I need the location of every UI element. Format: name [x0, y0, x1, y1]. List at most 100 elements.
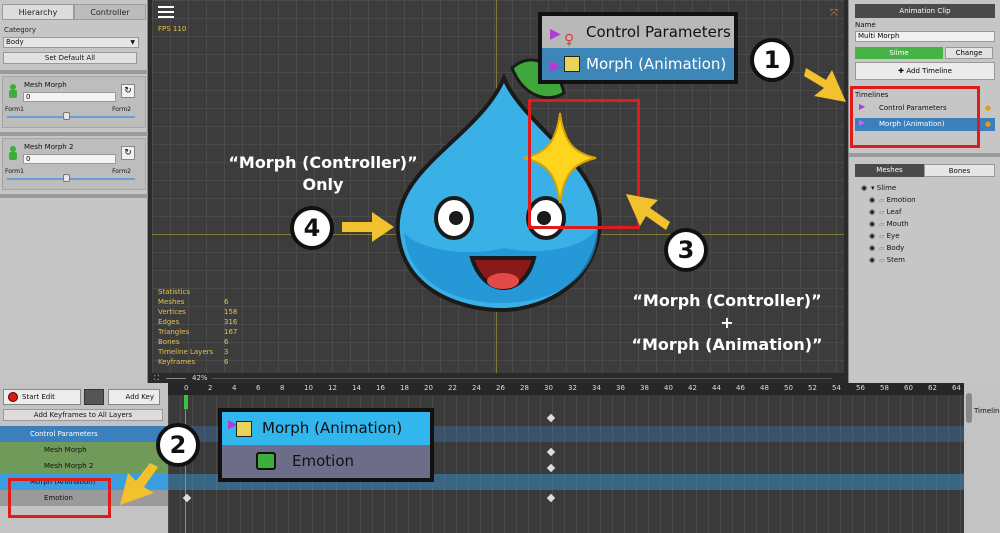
add-key-button[interactable]: Add Key	[108, 389, 160, 405]
stat-key: Keyframes	[158, 358, 196, 366]
morph-slider-track[interactable]	[7, 178, 135, 180]
stat-value: 6	[224, 338, 229, 346]
start-edit-label: Start Edit	[22, 393, 55, 401]
keyframe-marker[interactable]	[546, 413, 556, 423]
tab-controller[interactable]: Controller	[74, 4, 146, 20]
reset-icon[interactable]: ↻	[121, 84, 135, 98]
controller-panel: Hierarchy Controller Category Body ▼ Set…	[0, 0, 148, 383]
morph-controller-1: Mesh Morph 0 ↻ Form1 Form2	[2, 76, 146, 128]
mesh-label: Leaf	[886, 208, 902, 216]
morph-value-field[interactable]: 0	[23, 154, 116, 164]
horizontal-scrollbar[interactable]	[212, 378, 832, 379]
form2-label: Form2	[112, 168, 131, 175]
arrow-3	[626, 194, 670, 230]
frame-ruler[interactable]: 0 2 4 6 8 10 12 14 16 18 20 22 24 26 28 30 32 34 36 38 40 42 4…	[168, 383, 964, 395]
mesh-item[interactable]: ◉ ▱ Emotion	[869, 194, 999, 206]
bulb-icon	[564, 56, 580, 72]
morph-slider-handle[interactable]	[63, 174, 70, 182]
mesh-root[interactable]: ◉ ▾ Slime	[861, 182, 991, 194]
ruler-tick: 14	[352, 384, 361, 392]
eye-icon[interactable]: ◉	[869, 206, 879, 218]
keyframe-marker[interactable]	[546, 463, 556, 473]
eye-icon[interactable]: ◉	[869, 254, 879, 266]
clip-name-input[interactable]: Multi Morph	[855, 31, 995, 42]
ruler-tick: 28	[520, 384, 529, 392]
ruler-tick: 6	[256, 384, 261, 392]
add-timeline-button[interactable]: ✚ Add Timeline	[855, 62, 995, 80]
form1-label: Form1	[5, 168, 24, 175]
mesh-item[interactable]: ◉ ▱ Leaf	[869, 206, 999, 218]
start-edit-button[interactable]: Start Edit	[3, 389, 81, 405]
ruler-tick: 18	[400, 384, 409, 392]
morph-controller-2: Mesh Morph 2 0 ↻ Form1 Form2	[2, 138, 146, 190]
statistics-title: Statistics	[158, 288, 190, 296]
mesh-item[interactable]: ◉ ▱ Eye	[869, 230, 999, 242]
ruler-tick: 26	[496, 384, 505, 392]
ruler-tick: 56	[856, 384, 865, 392]
mesh-label: Slime	[876, 184, 897, 192]
step-number-4: 4	[290, 206, 334, 250]
layer-control-params[interactable]: Control Parameters	[0, 426, 168, 442]
mesh-icon: ▱	[879, 256, 885, 264]
mesh-bone-tabs: Meshes Bones	[855, 164, 995, 177]
callout-4-text: “Morph (Controller)” Only	[218, 152, 428, 196]
ruler-tick: 4	[232, 384, 237, 392]
eye-icon[interactable]: ◉	[861, 182, 871, 194]
ruler-tick: 52	[808, 384, 817, 392]
mesh-item[interactable]: ◉ ▱ Body	[869, 242, 999, 254]
category-select[interactable]: Body ▼	[3, 37, 139, 48]
ruler-tick: 62	[928, 384, 937, 392]
callout-3-line-1: “Morph (Controller)”	[632, 291, 822, 310]
layer-mesh-morph[interactable]: Mesh Morph	[0, 442, 168, 458]
scene-viewport[interactable]: FPS 110 ⤧ ▶ ♀ Control Parameters ▶ Morph…	[152, 0, 846, 383]
ruler-tick: 16	[376, 384, 385, 392]
lock-icon[interactable]	[84, 389, 104, 405]
ruler-tick: 22	[448, 384, 457, 392]
keyframe-marker[interactable]	[546, 447, 556, 457]
tab-bones[interactable]: Bones	[924, 164, 995, 177]
highlight-layers	[8, 478, 111, 518]
gizmo-icon[interactable]: ⤧	[830, 8, 838, 19]
change-button[interactable]: Change	[945, 47, 993, 59]
mesh-item[interactable]: ◉ ▱ Mouth	[869, 218, 999, 230]
tab-meshes[interactable]: Meshes	[855, 164, 924, 177]
fit-icon[interactable]: ⛶	[154, 374, 159, 383]
morph-slider-handle[interactable]	[63, 112, 70, 120]
add-timeline-label: Add Timeline	[906, 67, 952, 75]
callout-3-text: “Morph (Controller)” + “Morph (Animation…	[622, 290, 832, 356]
stat-value: 316	[224, 318, 238, 326]
morph-value-field[interactable]: 0	[23, 92, 116, 102]
category-label: Category	[4, 26, 36, 34]
eye-icon[interactable]: ◉	[869, 218, 879, 230]
mesh-label: Stem	[886, 256, 905, 264]
morph-slider-track[interactable]	[7, 116, 135, 118]
popup-row-emotion: Emotion	[222, 445, 430, 478]
stat-key: Triangles	[158, 328, 190, 336]
ruler-tick: 44	[712, 384, 721, 392]
ruler-tick: 38	[640, 384, 649, 392]
eye-icon[interactable]: ◉	[869, 230, 879, 242]
eye-icon[interactable]: ◉	[869, 242, 879, 254]
layer-label: Mesh Morph 2	[44, 462, 94, 470]
stat-value: 167	[224, 328, 238, 336]
morph-name: Mesh Morph	[24, 81, 67, 89]
popup-label: Control Parameters	[586, 23, 731, 41]
target-slime-button[interactable]: Slime	[855, 47, 943, 59]
arrow-1	[804, 68, 846, 102]
popup-label: Morph (Animation)	[262, 419, 403, 437]
add-keyframes-all-button[interactable]: Add Keyframes to All Layers	[3, 409, 163, 421]
vertical-scrollbar[interactable]	[966, 393, 972, 423]
morph-name: Mesh Morph 2	[24, 143, 74, 151]
tab-hierarchy[interactable]: Hierarchy	[2, 4, 74, 20]
keyframe-marker[interactable]	[546, 493, 556, 503]
ruler-tick: 32	[568, 384, 577, 392]
mesh-item[interactable]: ◉ ▱ Stem	[869, 254, 999, 266]
zoom-slider[interactable]	[166, 378, 186, 379]
menu-icon[interactable]	[158, 6, 174, 20]
arrow-2	[120, 463, 158, 505]
mesh-morph-icon	[9, 146, 17, 160]
reset-icon[interactable]: ↻	[121, 146, 135, 160]
set-default-all-button[interactable]: Set Default All	[3, 52, 137, 64]
eye-icon[interactable]: ◉	[869, 194, 879, 206]
ruler-tick: 20	[424, 384, 433, 392]
